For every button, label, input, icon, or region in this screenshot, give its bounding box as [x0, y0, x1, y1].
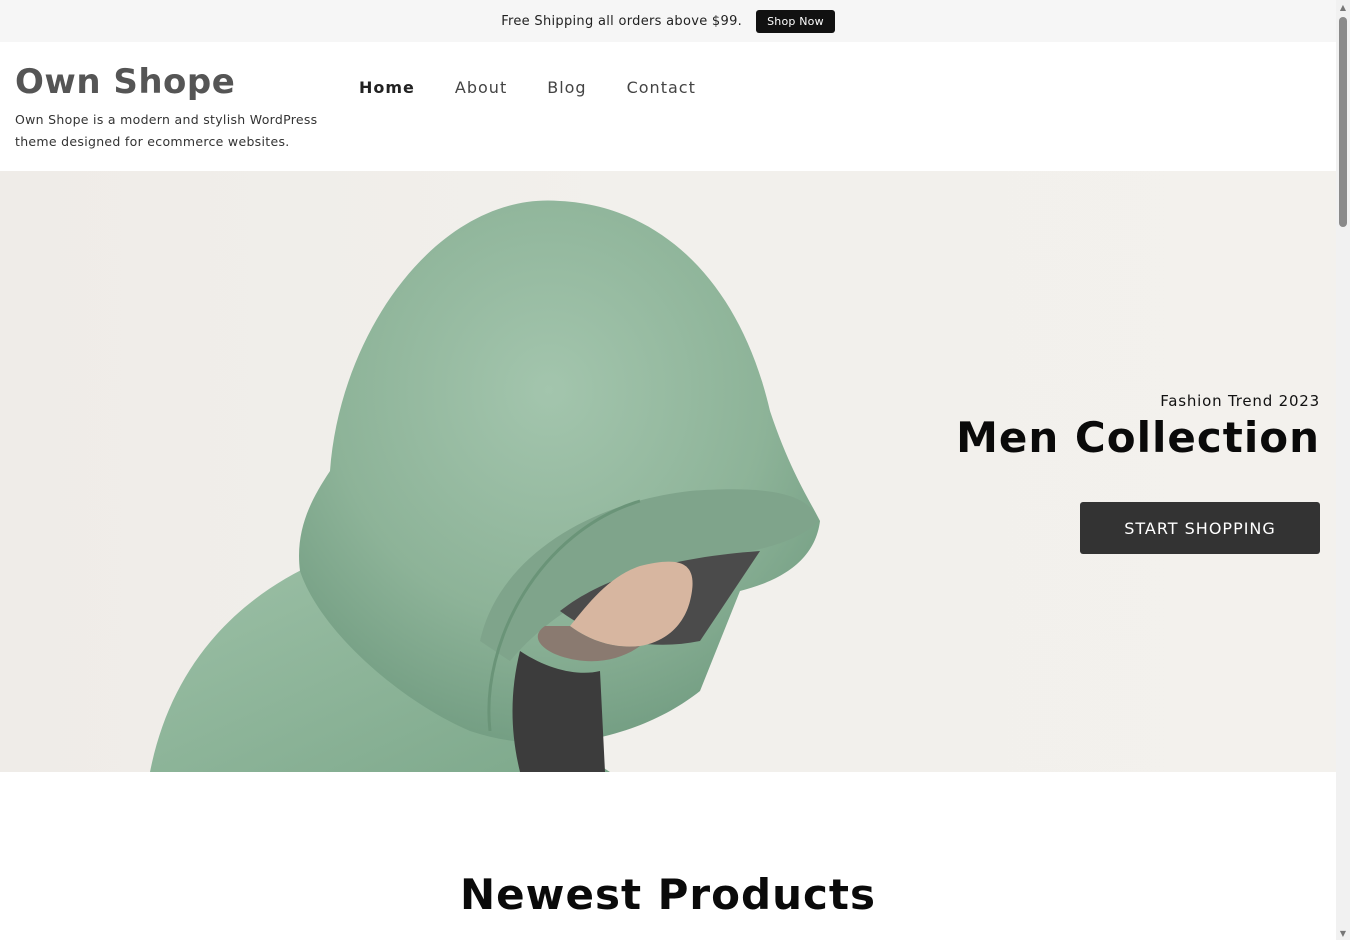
nav-item-home[interactable]: Home [359, 78, 415, 97]
hero-banner: Fashion Trend 2023 Men Collection START … [0, 171, 1336, 772]
hero-subtitle: Fashion Trend 2023 [1160, 392, 1320, 410]
site-logo[interactable]: Own Shope [15, 62, 235, 102]
shop-now-button[interactable]: Shop Now [756, 9, 835, 33]
nav-item-about[interactable]: About [455, 78, 507, 97]
scroll-up-arrow-icon[interactable]: ▲ [1336, 0, 1350, 14]
announcement-text: Free Shipping all orders above $99. [501, 13, 743, 29]
site-header: Own Shope Own Shope is a modern and styl… [0, 42, 1336, 171]
newest-products-heading: Newest Products [460, 870, 876, 919]
page-scrollbar[interactable]: ▲ ▼ [1336, 0, 1350, 940]
scroll-down-arrow-icon[interactable]: ▼ [1336, 926, 1350, 940]
hero-image-hooded-man [150, 200, 821, 772]
site-tagline: Own Shope is a modern and stylish WordPr… [15, 112, 318, 149]
hero-title: Men Collection [956, 413, 1320, 462]
start-shopping-button[interactable]: START SHOPPING [1080, 502, 1320, 554]
announcement-bar: Free Shipping all orders above $99. Shop… [0, 0, 1336, 42]
nav-item-contact[interactable]: Contact [627, 78, 696, 97]
nav-item-blog[interactable]: Blog [547, 78, 586, 97]
scrollbar-thumb[interactable] [1339, 17, 1347, 227]
main-nav: Home About Blog Contact [359, 78, 696, 97]
